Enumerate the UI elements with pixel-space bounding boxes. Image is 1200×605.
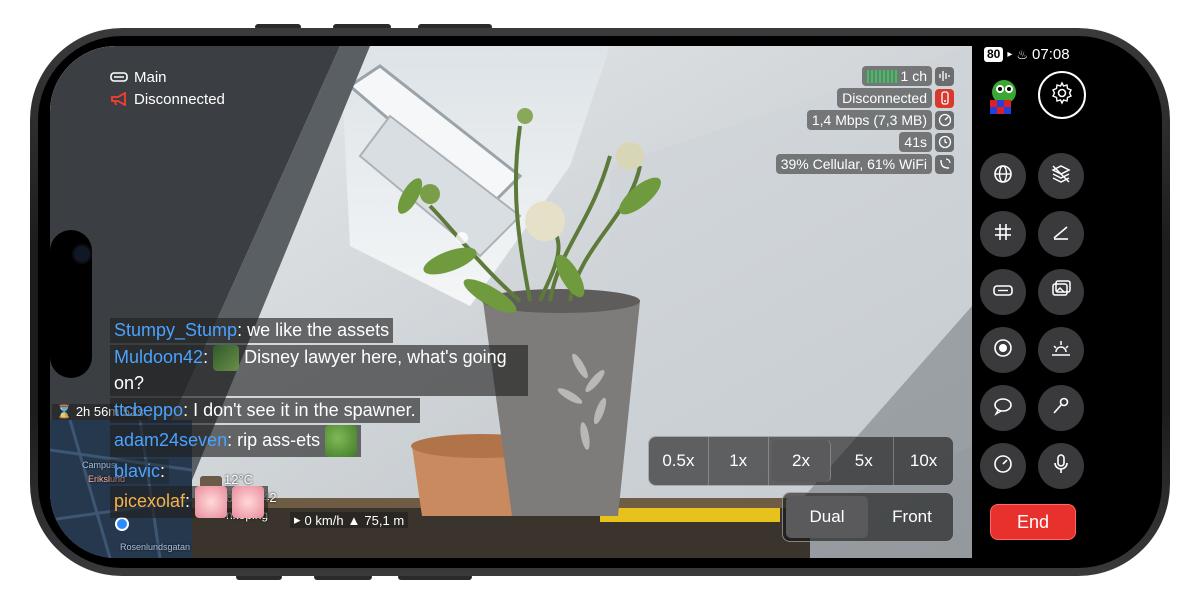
- chat-message-bubble: blavic:: [110, 459, 170, 485]
- chat-text: : we like the assets: [237, 320, 390, 340]
- mic-mute-button[interactable]: [1038, 385, 1084, 431]
- layers-button[interactable]: [1038, 153, 1084, 199]
- network-split: 39% Cellular, 61% WiFi: [775, 154, 932, 174]
- obs-button[interactable]: [980, 269, 1026, 315]
- exposure-button[interactable]: [1038, 327, 1084, 373]
- chat-overlay: Stumpy_Stump: we like the assets Muldoon…: [110, 318, 530, 520]
- chat-message: Muldoon42: Disney lawyer here, what's go…: [110, 345, 530, 398]
- chat-message-bubble: Stumpy_Stump: we like the assets: [110, 318, 394, 343]
- chat-text: : I don't see it in the spawner.: [183, 400, 416, 421]
- pencil-icon: [1049, 220, 1073, 249]
- emote-wizard-icon: [213, 345, 240, 372]
- chat-text: :: [160, 461, 166, 482]
- status-bar: 80 ▸ ♨ 07:08: [984, 46, 1070, 63]
- chat-message: blavic:: [110, 459, 530, 486]
- emote-frog-icon: [325, 425, 358, 458]
- record-icon: [991, 336, 1015, 365]
- gear-icon: [1050, 80, 1074, 110]
- stopwatch-icon: ⌛: [56, 404, 73, 419]
- clock-icon: [935, 132, 954, 152]
- microphone-icon: [1049, 452, 1073, 481]
- stream-info: Main Disconnected: [110, 66, 225, 110]
- map-label-street: Rosenlundsgatan: [120, 542, 191, 552]
- chat-message: picexolaf:: [110, 486, 530, 520]
- zoom-option-1x[interactable]: 1x: [709, 437, 769, 485]
- connection-status: Disconnected: [134, 90, 225, 108]
- control-panel: 80 ▸ ♨ 07:08 End: [972, 46, 1152, 558]
- karaoke-mic-icon: [1049, 394, 1073, 423]
- charging-icon: ▸: [1007, 49, 1013, 60]
- uptime: 41s: [899, 132, 932, 152]
- photo-icon: [1049, 278, 1073, 307]
- chat-message: adam24seven: rip ass-ets: [110, 425, 530, 459]
- waveform-icon: [935, 66, 954, 86]
- layers-icon: [1049, 162, 1073, 191]
- image-button[interactable]: [1038, 269, 1084, 315]
- bitrate: 1,4 Mbps (7,3 MB): [806, 110, 932, 130]
- status-time: 07:08: [1032, 46, 1070, 63]
- zoom-option-10x[interactable]: 10x: [894, 437, 953, 485]
- audio-level-pill: 1 ch: [861, 66, 932, 86]
- zoom-selector: 0.5x 1x 2x 5x 10x: [648, 436, 954, 486]
- camera-selector: Dual Front: [782, 492, 954, 542]
- microphone-button[interactable]: [1038, 443, 1084, 489]
- bitrate-button[interactable]: [980, 443, 1026, 489]
- chat-username: blavic: [114, 461, 161, 482]
- zoom-option-5x[interactable]: 5x: [834, 437, 895, 485]
- zoom-option-0-5x[interactable]: 0.5x: [649, 437, 709, 485]
- zoom-option-2x[interactable]: 2x: [771, 440, 832, 482]
- camera-option-front[interactable]: Front: [871, 493, 953, 541]
- speedometer-icon: [935, 110, 954, 130]
- server-icon: [110, 70, 128, 84]
- chat-username: picexolaf: [114, 491, 186, 511]
- stream-stats: 1 ch Disconnected 1,4 Mbps (7,3 MB) 41s: [775, 66, 954, 174]
- chat-username: adam24seven: [114, 430, 228, 450]
- chat-message-bubble: adam24seven: rip ass-ets: [110, 425, 362, 458]
- flame-icon: ♨: [1016, 46, 1029, 62]
- emote-anime-icon: [232, 486, 265, 519]
- chat-message: ttcbeppo: I don't see it in the spawner.: [110, 398, 530, 425]
- end-stream-button[interactable]: End: [990, 504, 1076, 540]
- web-browser-button[interactable]: [980, 153, 1026, 199]
- chat-text: : rip ass-ets: [227, 430, 321, 450]
- chat-message-bubble: picexolaf:: [110, 486, 269, 519]
- chat-message-bubble: Muldoon42: Disney lawyer here, what's go…: [110, 345, 528, 397]
- emote-anime-icon: [195, 486, 228, 519]
- speedometer-icon: [991, 452, 1015, 481]
- chat-text: :: [185, 491, 191, 511]
- sunrise-icon: [1049, 336, 1073, 365]
- record-button[interactable]: [980, 327, 1026, 373]
- chat-username: Stumpy_Stump: [114, 320, 238, 340]
- front-camera: [72, 244, 92, 264]
- chat-message-bubble: ttcbeppo: I don't see it in the spawner.: [110, 398, 420, 424]
- camera-option-dual[interactable]: Dual: [786, 496, 868, 538]
- server-icon: [991, 278, 1015, 307]
- scene-name: Main: [134, 68, 167, 86]
- chat-button[interactable]: [980, 385, 1026, 431]
- audio-channels: 1 ch: [900, 68, 927, 84]
- globe-icon: [991, 162, 1015, 191]
- settings-button[interactable]: [1038, 71, 1086, 119]
- chat-username: ttcbeppo: [114, 400, 184, 421]
- server-error-icon: [935, 88, 954, 108]
- grid-icon: [991, 220, 1015, 249]
- bonding-icon: [935, 154, 954, 174]
- server-status: Disconnected: [837, 88, 932, 108]
- chat-username: Muldoon42: [114, 347, 204, 367]
- megaphone-icon: [110, 92, 128, 106]
- draw-button[interactable]: [1038, 211, 1084, 257]
- audio-level-meter: [866, 69, 897, 83]
- speech-bubble-icon: [991, 394, 1015, 423]
- chat-message: Stumpy_Stump: we like the assets: [110, 318, 530, 345]
- grid-button[interactable]: [980, 211, 1026, 257]
- phone-screen: Main Disconnected 1 ch Disconnected 1,4 …: [50, 46, 1152, 558]
- battery-level: 80: [984, 47, 1004, 62]
- app-logo: [984, 76, 1024, 116]
